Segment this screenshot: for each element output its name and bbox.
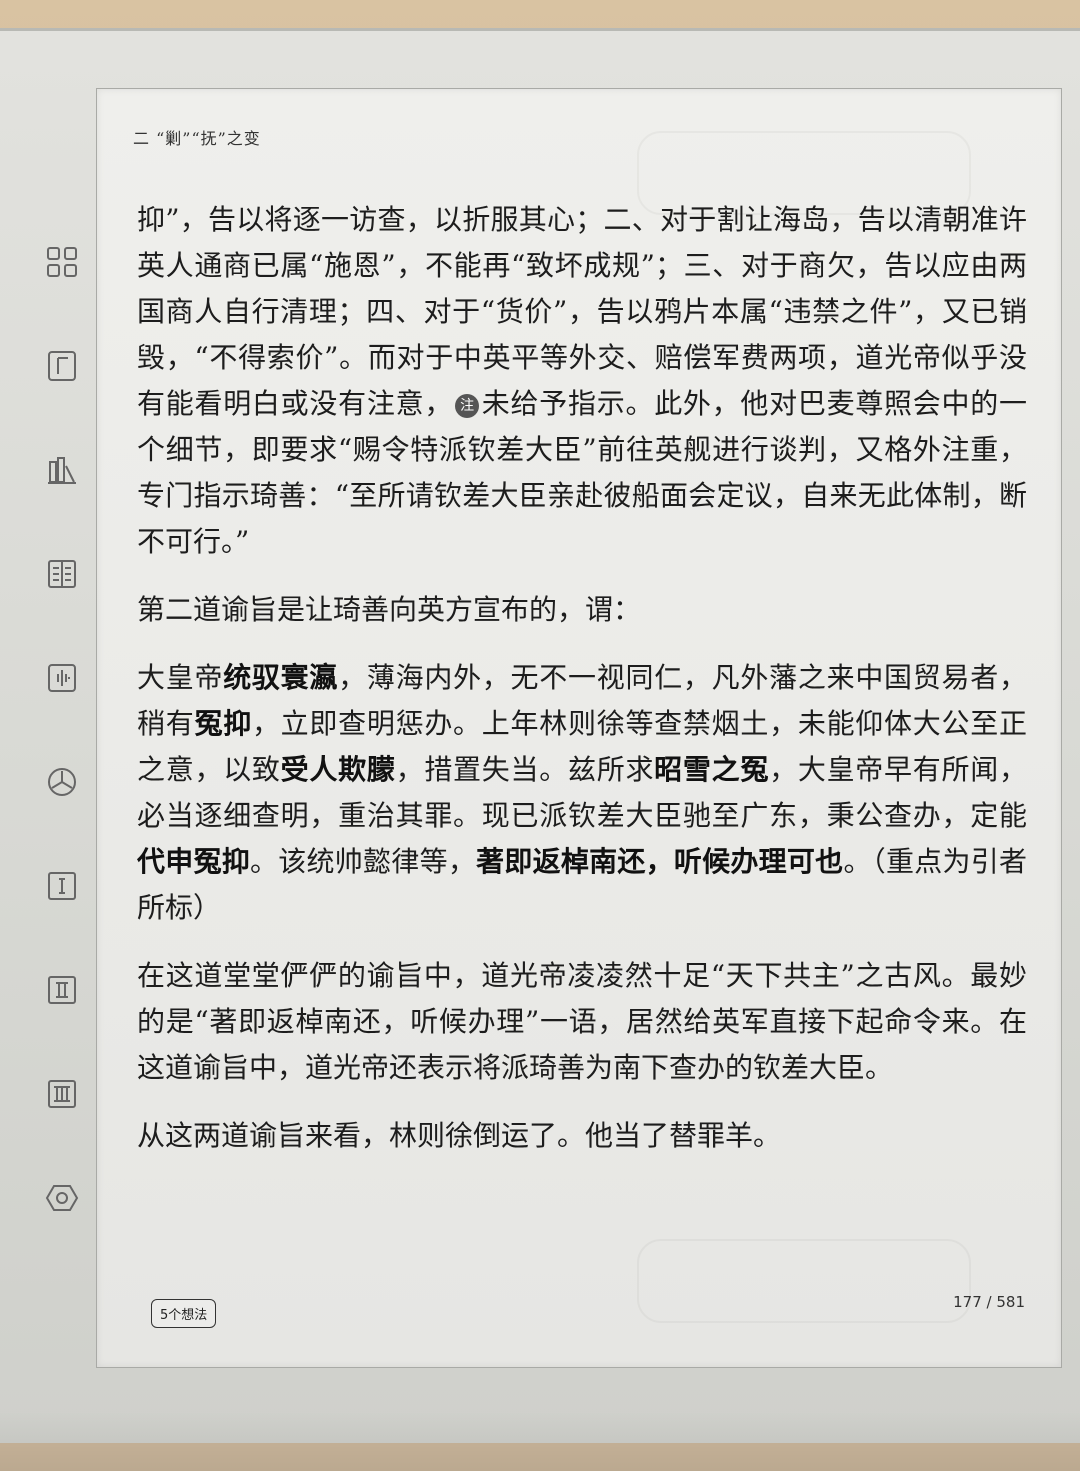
paragraph-4[interactable]: 在这道堂堂俨俨的谕旨中，道光帝凌凌然十足“天下共主”之古风。最妙的是“著即返棹南…: [137, 953, 1027, 1091]
text-span: ，措置失当。兹所求: [395, 753, 655, 786]
emphasis: 受人欺朦: [280, 753, 396, 786]
footnote-marker[interactable]: 注: [455, 394, 480, 418]
page-indicator: 177 / 581: [953, 1293, 1025, 1311]
paragraph-2[interactable]: 第二道谕旨是让琦善向英方宣布的，谓：: [137, 587, 1027, 633]
ghost-artifact: [637, 1239, 971, 1323]
bar-chart-icon[interactable]: [40, 448, 84, 492]
emphasis: 昭雪之冤: [654, 753, 770, 786]
cube-icon[interactable]: [40, 760, 84, 804]
settings-hexagon-icon[interactable]: [40, 1176, 84, 1220]
emphasis: 代申冤抑: [137, 845, 251, 878]
paragraph-1[interactable]: 抑”，告以将逐一访查，以折服其心；二、对于割让海岛，告以清朝准许英人通商已属“施…: [137, 197, 1027, 565]
emphasis: 统驭寰瀛: [223, 661, 339, 694]
waveform-icon[interactable]: [40, 656, 84, 700]
reading-body[interactable]: 抑”，告以将逐一访查，以折服其心；二、对于割让海岛，告以清朝准许英人通商已属“施…: [137, 197, 1027, 1181]
volume-III-icon[interactable]: [40, 1072, 84, 1116]
volume-II-icon[interactable]: [40, 968, 84, 1012]
text-span: 大皇帝: [137, 661, 224, 694]
paragraph-5[interactable]: 从这两道谕旨来看，林则徐倒运了。他当了替罪羊。: [137, 1113, 1027, 1159]
text-span: 。该统帅懿律等，: [250, 845, 477, 878]
book-columns-icon[interactable]: [40, 552, 84, 596]
paragraph-3-quote[interactable]: 大皇帝统驭寰瀛，薄海内外，无不一视同仁，凡外藩之来中国贸易者，稍有冤抑，立即查明…: [137, 655, 1027, 931]
bezel-shadow: [0, 1411, 1080, 1471]
ideas-button[interactable]: 5个想法: [151, 1299, 217, 1328]
bookmark-tab-icon[interactable]: [40, 344, 84, 388]
sidebar: [40, 240, 100, 1240]
eink-screen: 二 “剿”“抚”之变 抑”，告以将逐一访查，以折服其心；二、对于割让海岛，告以清…: [96, 88, 1062, 1368]
volume-I-icon[interactable]: [40, 864, 84, 908]
emphasis: 冤抑: [194, 707, 252, 740]
running-head: 二 “剿”“抚”之变: [133, 129, 261, 148]
grid-icon[interactable]: [40, 240, 84, 284]
emphasis: 著即返棹南还，听候办理可也: [476, 845, 844, 878]
